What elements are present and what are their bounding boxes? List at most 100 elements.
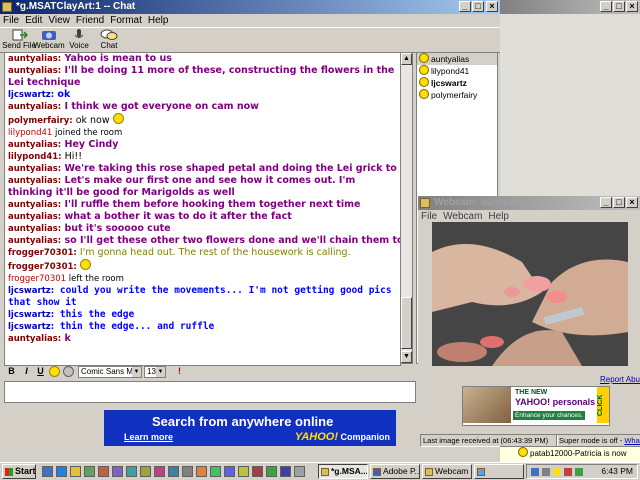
ime-button[interactable] <box>63 366 74 377</box>
online-notification[interactable]: patab12000-Patricia is now online <box>500 446 640 472</box>
message-author[interactable]: auntyalias: <box>8 140 61 150</box>
quicklaunch-ie-icon[interactable] <box>56 466 67 477</box>
background-window-titlebar[interactable]: _ □ × <box>500 0 640 14</box>
quicklaunch-app2-icon[interactable] <box>98 466 109 477</box>
user-list-item[interactable]: auntyalias <box>417 53 497 65</box>
report-abuse-link[interactable]: Report Abu <box>600 375 640 384</box>
message-author[interactable]: auntyalias: <box>8 224 61 234</box>
minimize-button[interactable]: _ <box>600 197 612 208</box>
italic-button[interactable]: I <box>21 366 32 377</box>
tray-volume-icon[interactable] <box>542 468 550 476</box>
message-author[interactable]: polymerfairy: <box>8 116 73 126</box>
emoticon-button[interactable] <box>49 366 60 377</box>
message-author[interactable]: ljcswartz: <box>8 286 54 296</box>
close-button[interactable]: × <box>626 197 638 208</box>
message-author[interactable]: auntyalias: <box>8 164 61 174</box>
quicklaunch-app10-icon[interactable] <box>210 466 221 477</box>
message-author[interactable]: ljcswartz: <box>8 322 54 332</box>
ad-learn-more-link[interactable]: Learn more <box>124 432 173 442</box>
message-author[interactable]: auntyalias: <box>8 54 61 64</box>
quicklaunch-app5-icon[interactable] <box>140 466 151 477</box>
start-button[interactable]: Start <box>2 464 36 479</box>
task-webcam[interactable]: Webcam ... <box>422 464 472 479</box>
tray-network-icon[interactable] <box>531 468 539 476</box>
menu-format[interactable]: Format <box>107 14 145 27</box>
tray-app2-icon[interactable] <box>575 468 583 476</box>
underline-button[interactable]: U <box>35 366 46 377</box>
buddy-icon <box>419 89 429 99</box>
quicklaunch-outlook-icon[interactable] <box>70 466 81 477</box>
message-input[interactable] <box>4 381 416 403</box>
yahoo-personals-ad[interactable]: THE NEW YAHOO! personals Enhance your ch… <box>462 386 610 426</box>
menu-help[interactable]: Help <box>145 14 172 27</box>
user-list-item[interactable]: lilypond41 <box>417 65 497 77</box>
quicklaunch-app16-icon[interactable] <box>294 466 305 477</box>
close-button[interactable]: × <box>486 1 498 12</box>
alert-button[interactable]: ! <box>174 366 185 377</box>
quicklaunch-app11-icon[interactable] <box>224 466 235 477</box>
user-list-item[interactable]: polymerfairy <box>417 89 497 101</box>
whats-this-link[interactable]: What's this <box>624 436 640 445</box>
quicklaunch-app14-icon[interactable] <box>266 466 277 477</box>
task-chat[interactable]: *g.MSA... <box>318 464 368 479</box>
maximize-button[interactable]: □ <box>472 1 484 12</box>
system-text: joined the room <box>52 128 123 138</box>
message-author[interactable]: auntyalias: <box>8 102 61 112</box>
taskbar: Start *g.MSA... Adobe P... Webcam ... 6:… <box>0 462 640 480</box>
chat-titlebar[interactable]: *g.MSATClayArt:1 -- Chat _ □ × <box>0 0 500 14</box>
font-size-select[interactable]: 13 ▼ <box>144 366 166 378</box>
chat-button[interactable]: Chat <box>90 29 128 50</box>
message-author[interactable]: auntyalias: <box>8 236 61 246</box>
message-text: k <box>61 333 71 344</box>
minimize-button[interactable]: _ <box>459 1 471 12</box>
message-author[interactable]: frogger70301: <box>8 248 77 258</box>
quicklaunch-app6-icon[interactable] <box>154 466 165 477</box>
menu-view[interactable]: View <box>45 14 73 27</box>
maximize-button[interactable]: □ <box>613 1 625 12</box>
message-author[interactable]: auntyalias: <box>8 176 61 186</box>
webcam-frame-image <box>432 222 628 366</box>
message-text: Hi!! <box>61 151 82 162</box>
minimize-button[interactable]: _ <box>600 1 612 12</box>
message-author[interactable]: ljcswartz: <box>8 310 54 320</box>
quicklaunch-app3-icon[interactable] <box>112 466 123 477</box>
font-select[interactable]: Comic Sans MS ▼ <box>78 366 142 378</box>
quicklaunch-desktop-icon[interactable] <box>42 466 53 477</box>
quicklaunch-app13-icon[interactable] <box>252 466 263 477</box>
yahoo-companion-ad[interactable]: Search from anywhere online Learn more Y… <box>104 410 396 446</box>
quicklaunch-app8-icon[interactable] <box>182 466 193 477</box>
scroll-thumb[interactable] <box>401 297 412 349</box>
message-author[interactable]: frogger70301: <box>8 262 77 272</box>
bold-button[interactable]: B <box>6 366 17 377</box>
message-author[interactable]: auntyalias: <box>8 66 61 76</box>
chat-message: auntyalias: I'll be doing 11 more of the… <box>5 65 400 89</box>
message-author[interactable]: auntyalias: <box>8 334 61 344</box>
message-author[interactable]: lilypond41: <box>8 152 62 162</box>
menu-file[interactable]: File <box>0 14 22 27</box>
quicklaunch-app4-icon[interactable] <box>126 466 137 477</box>
tray-messenger-icon[interactable] <box>553 468 561 476</box>
task-adobe[interactable]: Adobe P... <box>370 464 420 479</box>
close-button[interactable]: × <box>626 1 638 12</box>
message-pane[interactable]: auntyalias: Yahoo is mean to us auntyalia… <box>4 52 401 366</box>
menu-edit[interactable]: Edit <box>22 14 45 27</box>
user-list-item[interactable]: ljcswartz <box>417 77 497 89</box>
scroll-up-arrow[interactable]: ▲ <box>401 53 412 65</box>
webcam-titlebar[interactable]: Webcam: auntyalias _ □ × <box>418 196 640 210</box>
quicklaunch-app15-icon[interactable] <box>280 466 291 477</box>
task-other[interactable] <box>474 464 524 479</box>
message-scrollbar[interactable]: ▲ ▼ <box>400 52 413 364</box>
quicklaunch-app-icon[interactable] <box>84 466 95 477</box>
message-text: We're taking this rose shaped petal and … <box>61 163 401 174</box>
quicklaunch-app9-icon[interactable] <box>196 466 207 477</box>
scroll-down-arrow[interactable]: ▼ <box>401 351 412 363</box>
maximize-button[interactable]: □ <box>613 197 625 208</box>
menu-friend[interactable]: Friend <box>73 14 107 27</box>
message-author[interactable]: auntyalias: <box>8 200 61 210</box>
ad-click-button[interactable]: CLICK <box>597 387 609 423</box>
quicklaunch-app7-icon[interactable] <box>168 466 179 477</box>
quicklaunch-app12-icon[interactable] <box>238 466 249 477</box>
message-author[interactable]: ljcswartz: <box>8 90 54 100</box>
message-author[interactable]: auntyalias: <box>8 212 61 222</box>
tray-app-icon[interactable] <box>564 468 572 476</box>
